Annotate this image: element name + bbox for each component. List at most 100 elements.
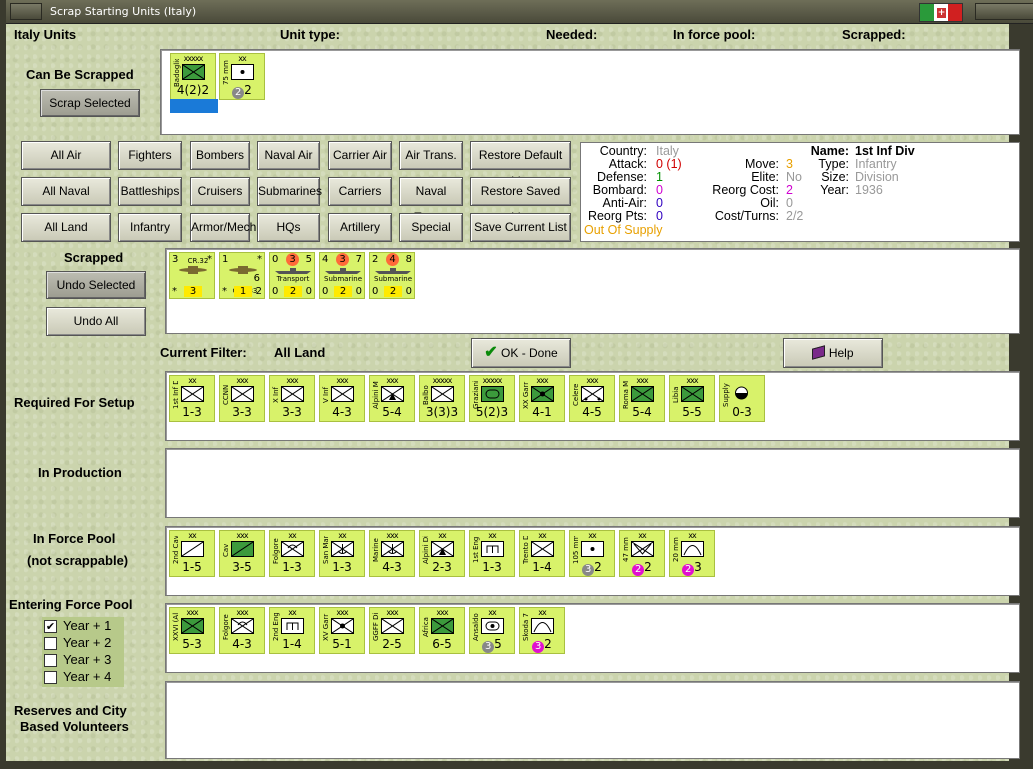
filter-all-naval-button[interactable]: All Naval — [21, 177, 111, 206]
unit-strength: 3-3 — [220, 405, 264, 419]
restore-default-list-button[interactable]: Restore Default List — [470, 141, 571, 188]
scrapped-unit-counter[interactable]: 4 7 3 Submarine 0 2 0 — [319, 252, 365, 299]
filter-all-air-button[interactable]: All Air — [21, 141, 111, 170]
filter-naval-air-button[interactable]: Naval Air — [257, 141, 320, 170]
year-2-label: Year + 2 — [63, 635, 112, 650]
undo-selected-button[interactable]: Undo Selected — [46, 271, 146, 299]
filter-special-button[interactable]: Special — [399, 213, 463, 242]
entering_units-unit-counter[interactable]: xx 2nd Eng 1-4 — [269, 607, 315, 654]
force_pool_units-unit-counter[interactable]: xx Trento Div 1-4 — [519, 530, 565, 577]
unit-strength: 6-5 — [420, 637, 464, 651]
entering_units-unit-counter[interactable]: xxx XV Garr 5-1 — [319, 607, 365, 654]
unit-strength: 5-1 — [320, 637, 364, 651]
force_pool_units-unit-counter[interactable]: xx Folgore Div 1-3 — [269, 530, 315, 577]
required_units-unit-counter[interactable]: xxx V Inf 4-3 — [319, 375, 365, 422]
entering_units-unit-counter[interactable]: xxx XXVI (Alb) 5-3 — [169, 607, 215, 654]
scrapped-unit-counter[interactable]: 1*Ca.1336*12 — [219, 252, 265, 299]
year-1-checkbox[interactable]: ✔ — [44, 620, 57, 633]
required_units-unit-counter[interactable]: xxx Roma Mot 5-4 — [619, 375, 665, 422]
filter-battleships-button[interactable]: Battleships — [118, 177, 182, 206]
unit-art-icon — [581, 541, 604, 557]
unit-stat-tl: 2 — [372, 254, 379, 265]
year-3-checkbox[interactable] — [44, 654, 57, 667]
help-button[interactable]: Help — [783, 338, 883, 368]
required_units-unit-counter[interactable]: xxx Celere 4-5 — [569, 375, 615, 422]
save-current-list-button[interactable]: Save Current List — [470, 213, 571, 242]
can_be_scrapped_units-unit-counter[interactable]: xxxxx Badoglio 4(2)2 — [170, 53, 218, 113]
ok-done-button[interactable]: ✔ OK - Done — [471, 338, 571, 368]
unit-name: Transport — [276, 275, 310, 283]
required_units-unit-counter[interactable]: xxxxx Balbo 3(3)3 — [419, 375, 465, 422]
system-menu-button[interactable] — [10, 3, 42, 20]
unit-strength: 4-3 — [370, 560, 414, 574]
required_units-unit-counter[interactable]: xxxxx Graziani 5(2)3 — [469, 375, 515, 422]
force_pool_units-unit-counter[interactable]: xx 105 mm 3 2 — [569, 530, 615, 577]
unit-value: 1-4 — [532, 560, 552, 574]
entering_units-unit-counter[interactable]: xxx Africa 6-5 — [419, 607, 465, 654]
unit-sp-icon — [481, 618, 504, 634]
filter-submarines-button[interactable]: Submarines — [257, 177, 322, 206]
year-4-checkbox[interactable] — [44, 671, 57, 684]
filter-all-land-button[interactable]: All Land — [21, 213, 111, 242]
force_pool_units-unit-counter[interactable]: xx 1st Eng 1-3 — [469, 530, 515, 577]
unit-inf-icon — [431, 386, 454, 402]
filter-infantry-button[interactable]: Infantry — [118, 213, 182, 242]
help-label: Help — [828, 346, 854, 360]
filter-bombers-button[interactable]: Bombers — [190, 141, 250, 170]
unit-strength-badge: 4 — [386, 253, 399, 266]
unit-value: 5-4 — [632, 405, 652, 419]
force_pool_units-unit-counter[interactable]: xx 20 mm 2 3 — [669, 530, 715, 577]
unit-badge: 2 — [682, 564, 695, 576]
in-production-list[interactable] — [165, 448, 1020, 518]
required_units-unit-counter[interactable]: xxx XX Garr 4-1 — [519, 375, 565, 422]
filter-hqs-button[interactable]: HQs — [257, 213, 320, 242]
required_units-unit-counter[interactable]: xxx Alpini Mtn 5-4 — [369, 375, 415, 422]
filter-armor-mech-button[interactable]: Armor/Mech — [190, 213, 256, 242]
can-be-scrapped-list[interactable] — [160, 49, 1020, 135]
entering_units-unit-counter[interactable]: xx Skoda 75 3 2 — [519, 607, 565, 654]
unit-strength: 1-3 — [320, 560, 364, 574]
required_units-unit-counter[interactable]: xxx Libia 5-5 — [669, 375, 715, 422]
force_pool_units-unit-counter[interactable]: xxx Marine 4-3 — [369, 530, 415, 577]
entering_units-unit-counter[interactable]: xxx Folgore 4-3 — [219, 607, 265, 654]
year-2-checkbox[interactable] — [44, 637, 57, 650]
required_units-unit-counter[interactable]: xxx CCNN 3-3 — [219, 375, 265, 422]
undo-all-button[interactable]: Undo All — [46, 307, 146, 336]
required_units-unit-counter[interactable]: Supply 0-3 — [719, 375, 765, 422]
filter-fighters-button[interactable]: Fighters — [118, 141, 182, 170]
force_pool_units-unit-counter[interactable]: xx San Marco 1-3 — [319, 530, 365, 577]
unit-value: 1-5 — [182, 560, 202, 574]
in-production-label: In Production — [38, 465, 122, 480]
entering_units-unit-counter[interactable]: xxx GGFF Div 2-5 — [369, 607, 415, 654]
filter-artillery-button[interactable]: Artillery — [328, 213, 392, 242]
window-controls[interactable] — [975, 3, 1033, 20]
filter-cruisers-button[interactable]: Cruisers — [190, 177, 250, 206]
required_units-unit-counter[interactable]: xx 1st Inf Div 1-3 — [169, 375, 215, 422]
restore-saved-list-button[interactable]: Restore Saved List — [470, 177, 571, 224]
scrapped-unit-counter[interactable]: 3 * CR.32 * 3 — [169, 252, 215, 299]
entering_units-unit-counter[interactable]: xx Ansaldo 75 3 5 — [469, 607, 515, 654]
scrapped-unit-counter[interactable]: 0 5 3 Transport 0 2 0 — [269, 252, 315, 299]
can-be-scrapped-label: Can Be Scrapped — [26, 67, 134, 82]
force_pool_units-unit-counter[interactable]: xxx Cav 3-5 — [219, 530, 265, 577]
force_pool_units-unit-counter[interactable]: xx 2nd Cav Div 1-5 — [169, 530, 215, 577]
unit-value: 4-3 — [382, 560, 402, 574]
force_pool_units-unit-counter[interactable]: xx Alpini Div 2-3 — [419, 530, 465, 577]
unit-strength: 22 — [620, 560, 664, 576]
scrapped-unit-counter[interactable]: 2 8 4 Submarine 0 2 0 — [369, 252, 415, 299]
italy-flag-icon: + — [919, 3, 963, 22]
unit-value: 5(2)3 — [475, 405, 509, 419]
unit-badge: 3 — [482, 641, 495, 653]
unit-stat-tl: 3 — [172, 254, 179, 265]
can_be_scrapped_units-unit-counter[interactable]: xx 75 mm 2 2 — [219, 53, 265, 100]
reserves-label-line2: Based Volunteers — [20, 719, 129, 734]
scrap-selected-button[interactable]: Scrap Selected — [40, 89, 140, 117]
unit-strength: 0-3 — [720, 405, 764, 419]
filter-carriers-button[interactable]: Carriers — [328, 177, 392, 206]
filter-carrier-air-button[interactable]: Carrier Air — [328, 141, 392, 170]
required_units-unit-counter[interactable]: xxx X Inf 3-3 — [269, 375, 315, 422]
force_pool_units-unit-counter[interactable]: xx 47 mm 2 2 — [619, 530, 665, 577]
reserves-list[interactable] — [165, 681, 1020, 759]
filter-naval-trans-button[interactable]: Naval Trans. — [399, 177, 463, 224]
filter-air-trans-button[interactable]: Air Trans. — [399, 141, 463, 170]
